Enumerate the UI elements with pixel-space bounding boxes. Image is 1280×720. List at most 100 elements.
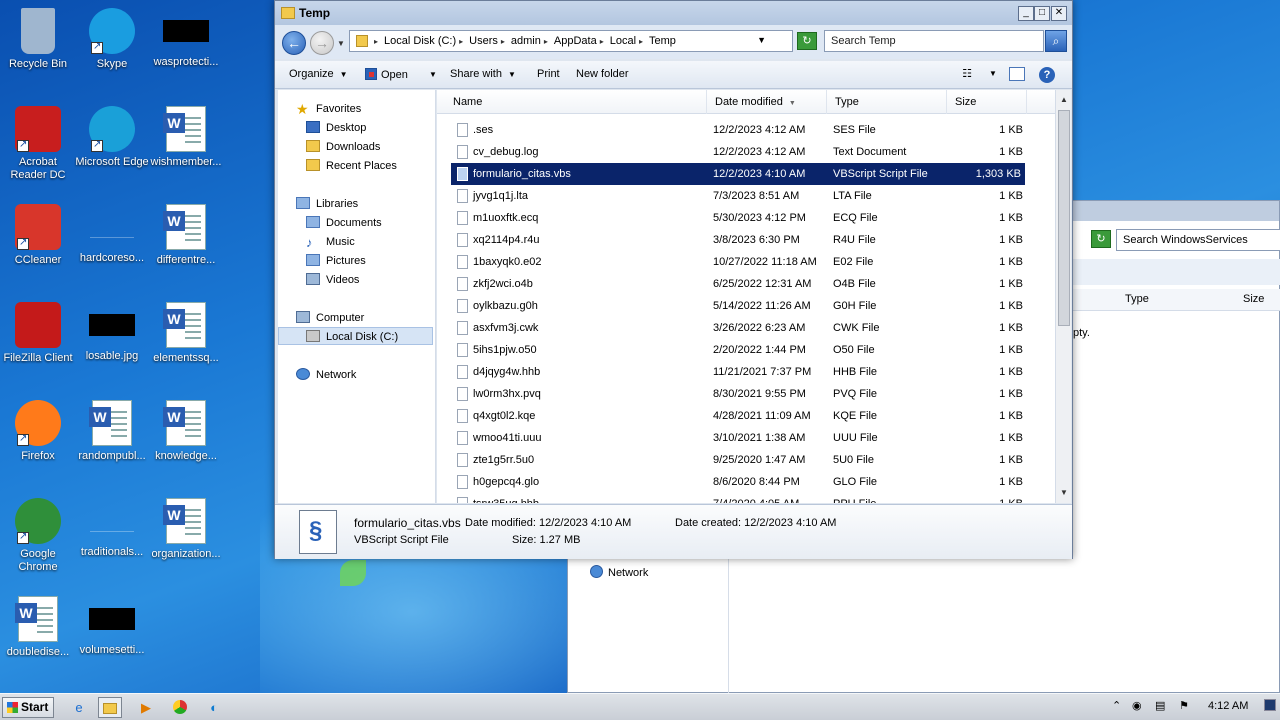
file-row[interactable]: lw0rm3hx.pvq 8/30/2021 9:55 PM PVQ File 1 K… (437, 383, 1055, 405)
breadcrumb-separator-icon[interactable]: ▸ (544, 37, 548, 46)
desktop-icon-12[interactable]: Firefox (0, 400, 76, 463)
close-button[interactable]: ✕ (1051, 6, 1067, 21)
scroll-thumb[interactable] (1058, 110, 1070, 326)
clock[interactable]: 4:12 AM (1208, 700, 1248, 712)
vertical-scrollbar[interactable]: ▲ ▼ (1055, 90, 1071, 503)
breadcrumb-item[interactable]: AppData (554, 35, 597, 47)
file-row[interactable]: q4xgt0l2.kqe 4/28/2021 11:09 AM KQE File 1 … (437, 405, 1055, 427)
view-dropdown-icon[interactable]: ▼ (985, 67, 1001, 81)
desktop-icon-11[interactable]: Welementssq... (148, 302, 224, 365)
file-row[interactable]: h0gepcq4.glo 8/6/2020 8:44 PM GLO File 1 KB (437, 471, 1055, 493)
network-tray-icon[interactable]: ▤ (1155, 699, 1165, 712)
history-dropdown-icon[interactable]: ▼ (337, 39, 345, 48)
ie-icon[interactable]: e (67, 697, 91, 718)
share-with-button[interactable]: Share with ▼ (450, 68, 516, 80)
search-input[interactable]: Search Temp (824, 30, 1044, 52)
nav-downloads[interactable]: Downloads (306, 138, 380, 156)
breadcrumb-item[interactable]: admin (511, 35, 541, 47)
desktop-icon-13[interactable]: Wrandompubl... (74, 400, 150, 463)
desktop-icon-14[interactable]: Wknowledge... (148, 400, 224, 463)
view-options-icon[interactable]: ☷ (959, 67, 975, 81)
desktop-icon-18[interactable]: Wdoubledise... (0, 596, 76, 659)
desktop-icon-19[interactable]: volumesetti... (74, 596, 150, 657)
desktop-icon-7[interactable]: hardcoreso... (74, 204, 150, 265)
breadcrumb-separator-icon[interactable]: ▸ (600, 37, 604, 46)
nav-music[interactable]: ♪ Music (306, 233, 355, 251)
file-row[interactable]: d4jqyg4w.hhb 11/21/2021 7:37 PM HHB File 1 … (437, 361, 1055, 383)
explorer-taskbar-icon[interactable] (98, 697, 122, 718)
bg-search-input[interactable]: Search WindowsServices (1116, 229, 1280, 251)
desktop-icon-0[interactable]: Recycle Bin (0, 8, 76, 71)
chrome-taskbar-icon[interactable] (168, 697, 192, 718)
desktop-icon-10[interactable]: losable.jpg (74, 302, 150, 363)
open-dropdown-icon[interactable]: ▼ (423, 68, 437, 80)
bg-nav-network[interactable]: Network (590, 565, 648, 579)
bg-refresh-icon[interactable]: ↻ (1091, 230, 1111, 248)
col-size[interactable]: Size (947, 90, 1027, 114)
search-icon[interactable]: ⌕ (1045, 30, 1067, 52)
explorer-window[interactable]: Temp _ □ ✕ ← → ▼ ▸ Local Disk (C:) ▸ Users ▸… (274, 0, 1073, 559)
file-row[interactable]: formulario_citas.vbs 12/2/2023 4:10 AM VBS… (451, 163, 1025, 185)
print-button[interactable]: Print (537, 68, 560, 80)
breadcrumb-item[interactable]: Local (610, 35, 636, 47)
show-desktop-button[interactable] (1264, 699, 1276, 711)
open-button[interactable]: Open (365, 68, 408, 81)
breadcrumb-separator-icon[interactable]: ▸ (501, 37, 505, 46)
file-row[interactable]: tsrw35ug.hhb 7/4/2020 4:05 AM PPU File 1 KB (437, 493, 1055, 503)
breadcrumb-item[interactable]: Users (469, 35, 498, 47)
edge-taskbar-icon[interactable]: ◐ (202, 697, 226, 718)
scroll-up-icon[interactable]: ▲ (1056, 92, 1072, 108)
window-titlebar[interactable]: Temp _ □ ✕ (275, 1, 1072, 25)
breadcrumb-separator-icon[interactable]: ▸ (459, 37, 463, 46)
desktop-icon-8[interactable]: Wdifferentre... (148, 204, 224, 267)
bg-col-size[interactable]: Size (1243, 293, 1264, 305)
file-row[interactable]: oylkbazu.g0h 5/14/2022 11:26 AM G0H File 1 … (437, 295, 1055, 317)
desktop-icon-6[interactable]: CCleaner (0, 204, 76, 267)
minimize-button[interactable]: _ (1018, 6, 1034, 21)
file-row[interactable]: xq2114p4.r4u 3/8/2023 6:30 PM R4U File 1 KB (437, 229, 1055, 251)
file-row[interactable]: m1uoxftk.ecq 5/30/2023 4:12 PM ECQ File 1 K… (437, 207, 1055, 229)
breadcrumb[interactable]: ▸ Local Disk (C:) ▸ Users ▸ admin ▸ AppData ▸ Loc… (374, 35, 679, 47)
forward-button[interactable]: → (310, 31, 334, 55)
col-date-modified[interactable]: Date modified ▼ (707, 90, 827, 114)
scroll-down-icon[interactable]: ▼ (1056, 485, 1072, 501)
breadcrumb-separator-icon[interactable]: ▸ (639, 37, 643, 46)
file-row[interactable]: jyvg1q1j.lta 7/3/2023 8:51 AM LTA File 1 KB (437, 185, 1055, 207)
media-player-icon[interactable]: ▶ (134, 697, 158, 718)
organize-button[interactable]: Organize ▼ (289, 68, 348, 80)
desktop-icon-17[interactable]: Worganization... (148, 498, 224, 561)
nav-documents[interactable]: Documents (306, 214, 382, 232)
desktop-icon-5[interactable]: Wwishmember... (148, 106, 224, 169)
desktop-icon-3[interactable]: Acrobat Reader DC (0, 106, 76, 182)
tray-app-icon[interactable]: ◉ (1132, 699, 1142, 712)
nav-libraries[interactable]: Libraries (296, 195, 358, 213)
address-dropdown-icon[interactable]: ▼ (757, 35, 766, 45)
nav-videos[interactable]: Videos (306, 271, 359, 289)
bg-col-type[interactable]: Type (1125, 293, 1149, 305)
nav-desktop[interactable]: Desktop (306, 119, 366, 137)
nav-local-disk[interactable]: Local Disk (C:) (278, 327, 433, 345)
file-row[interactable]: zte1g5rr.5u0 9/25/2020 1:47 AM 5U0 File 1 K… (437, 449, 1055, 471)
breadcrumb-item[interactable]: Temp (649, 35, 676, 47)
file-row[interactable]: .ses 12/2/2023 4:12 AM SES File 1 KB (437, 119, 1055, 141)
file-row[interactable]: 5ihs1pjw.o50 2/20/2022 1:44 PM O50 File 1 K… (437, 339, 1055, 361)
help-icon[interactable]: ? (1039, 67, 1055, 83)
nav-favorites[interactable]: ★ Favorites (296, 100, 361, 118)
file-row[interactable]: asxfvm3j.cwk 3/26/2022 6:23 AM CWK File 1 K… (437, 317, 1055, 339)
preview-pane-icon[interactable] (1009, 67, 1025, 81)
file-row[interactable]: zkfj2wci.o4b 6/25/2022 12:31 AM O4B File 1 … (437, 273, 1055, 295)
file-row[interactable]: 1baxyqk0.e02 10/27/2022 11:18 AM E02 File 1… (437, 251, 1055, 273)
new-folder-button[interactable]: New folder (576, 68, 629, 80)
refresh-icon[interactable]: ↻ (797, 32, 817, 50)
file-row[interactable]: cv_debug.log 12/2/2023 4:12 AM Text Docume… (437, 141, 1055, 163)
tray-expand-icon[interactable]: ⌃ (1112, 699, 1121, 712)
nav-pictures[interactable]: Pictures (306, 252, 366, 270)
start-button[interactable]: Start (2, 697, 54, 718)
nav-network[interactable]: Network (296, 366, 356, 384)
back-button[interactable]: ← (282, 31, 306, 55)
col-type[interactable]: Type (827, 90, 947, 114)
file-row[interactable]: wmoo41ti.uuu 3/10/2021 1:38 AM UUU File 1 K… (437, 427, 1055, 449)
desktop-icon-15[interactable]: Google Chrome (0, 498, 76, 574)
desktop-icon-2[interactable]: wasprotecti... (148, 8, 224, 69)
address-bar[interactable]: ▸ Local Disk (C:) ▸ Users ▸ admin ▸ AppData ▸ Loc… (349, 30, 793, 52)
